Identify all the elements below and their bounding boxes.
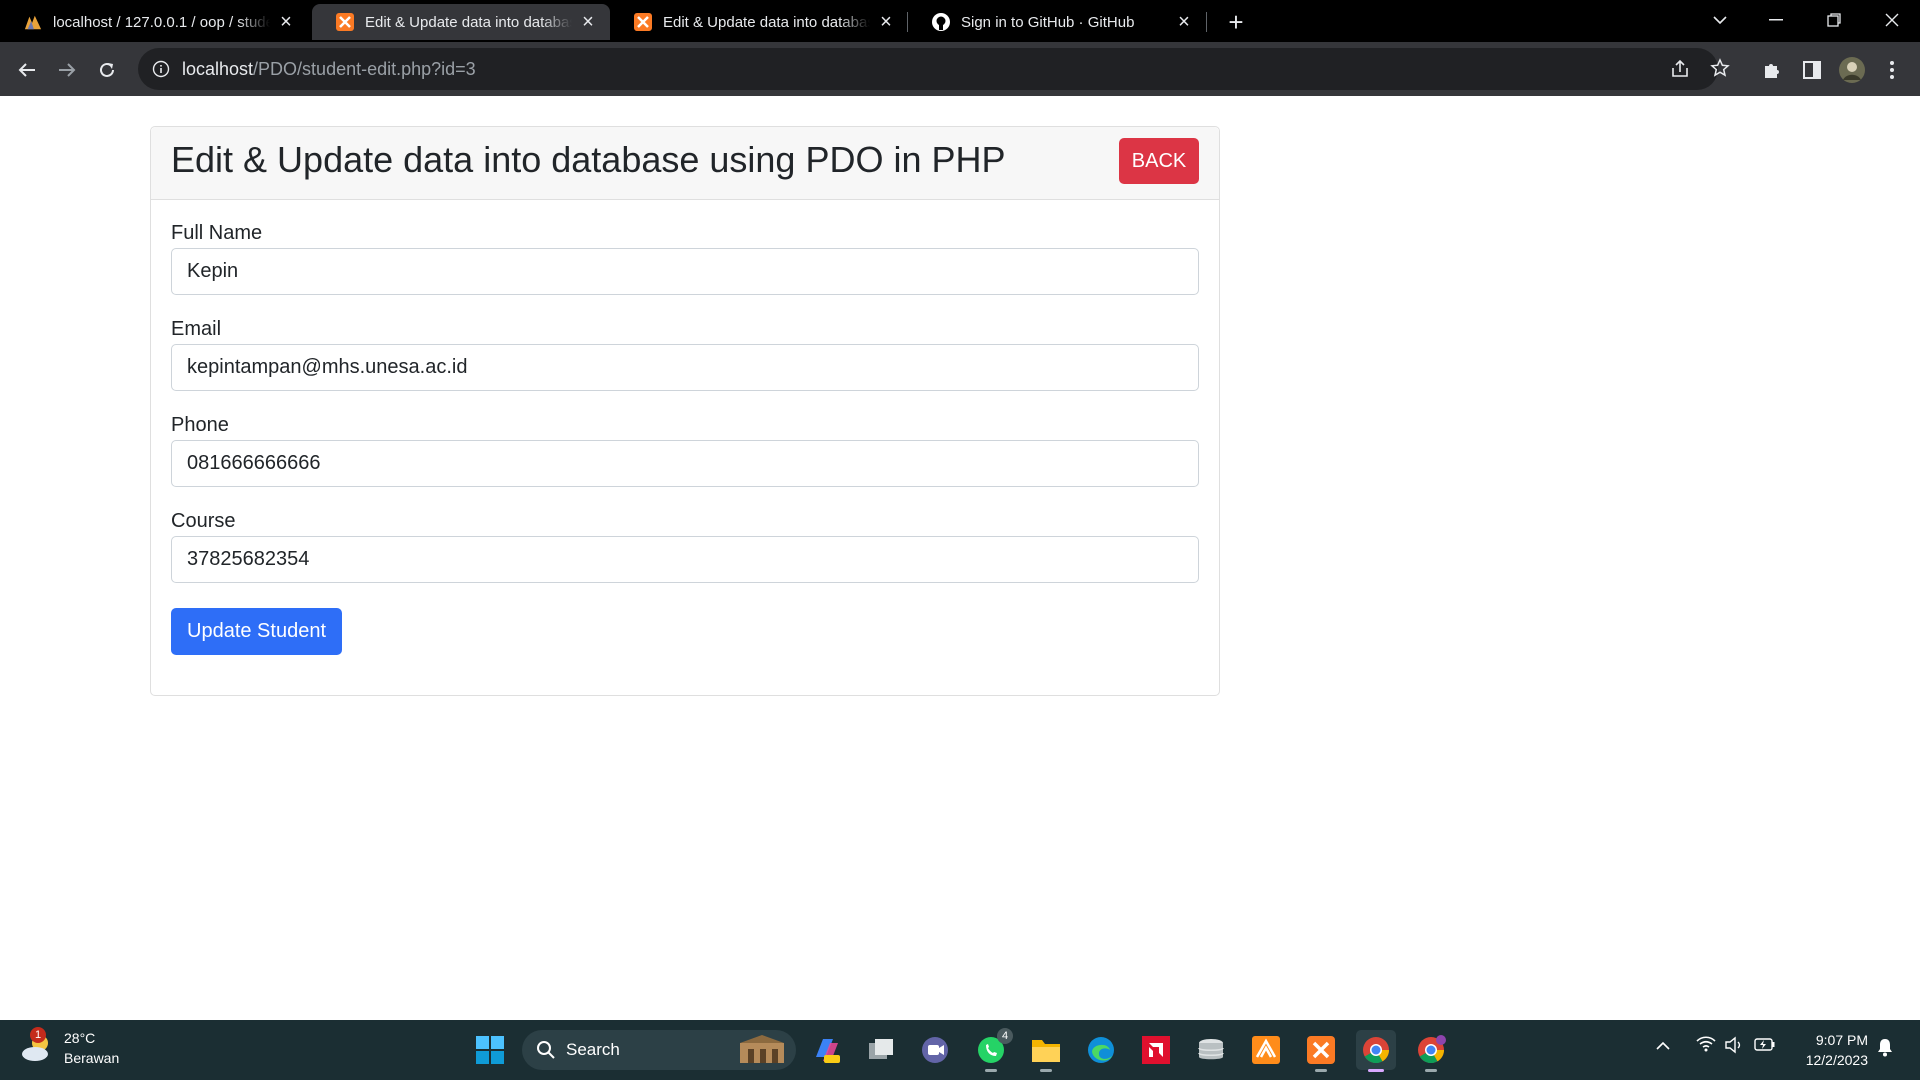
- email-label: Email: [171, 318, 222, 340]
- forward-arrow-icon[interactable]: [51, 54, 83, 86]
- chrome-profile-icon[interactable]: [1411, 1030, 1451, 1072]
- weather-desc: Berawan: [64, 1050, 120, 1066]
- close-icon[interactable]: ×: [876, 11, 896, 33]
- clock-time: 9:07 PM: [1815, 1032, 1868, 1048]
- course-group: Course: [171, 510, 1199, 583]
- close-window-icon[interactable]: [1864, 0, 1920, 40]
- tab-search-chevron-icon[interactable]: [1692, 0, 1748, 40]
- running-indicator: [1368, 1069, 1384, 1072]
- tab-phpmyadmin[interactable]: localhost / 127.0.0.1 / oop / students |…: [0, 4, 308, 40]
- windows-start-icon[interactable]: [470, 1030, 510, 1070]
- search-icon: [537, 1041, 555, 1059]
- tab-title: Edit & Update data into database using P…: [663, 13, 870, 31]
- extensions-puzzle-icon[interactable]: [1756, 54, 1788, 86]
- address-bar[interactable]: localhost/PDO/student-edit.php?id=3: [138, 48, 1730, 90]
- xampp-control-icon[interactable]: [1301, 1030, 1341, 1072]
- card-header: Edit & Update data into database using P…: [151, 127, 1219, 200]
- url-host: localhost: [182, 58, 254, 79]
- course-input[interactable]: [171, 536, 1199, 583]
- share-icon[interactable]: [1670, 59, 1690, 84]
- chrome-active-icon[interactable]: [1356, 1030, 1396, 1072]
- page-title: Edit & Update data into database using P…: [171, 139, 1006, 180]
- edge-icon[interactable]: [1081, 1030, 1121, 1070]
- weather-widget[interactable]: 1 28°C Berawan: [20, 1027, 120, 1068]
- tab-separator: [1206, 12, 1207, 32]
- url-path: /PDO/student-edit.php?id=3: [253, 58, 476, 79]
- wifi-icon[interactable]: [1696, 1036, 1716, 1057]
- new-tab-button[interactable]: +: [1222, 8, 1250, 36]
- clock-date: 12/2/2023: [1805, 1052, 1868, 1068]
- tab-edit-update[interactable]: Edit & Update data into database using P…: [610, 4, 908, 40]
- whatsapp-badge: 4: [997, 1028, 1013, 1044]
- task-view-icon[interactable]: [861, 1030, 901, 1070]
- email-group: Email: [171, 318, 1199, 391]
- fullname-group: Full Name: [171, 222, 1199, 295]
- course-label: Course: [171, 510, 236, 532]
- email-input[interactable]: [171, 344, 1199, 391]
- browser-toolbar: localhost/PDO/student-edit.php?id=3: [0, 42, 1920, 96]
- phone-label: Phone: [171, 414, 229, 436]
- partly-cloudy-icon: 1: [20, 1027, 54, 1065]
- tab-github[interactable]: Sign in to GitHub · GitHub ×: [908, 4, 1206, 40]
- search-highlight-image-icon: [740, 1035, 784, 1063]
- phone-group: Phone: [171, 414, 1199, 487]
- running-indicator: [985, 1069, 997, 1072]
- copilot-icon[interactable]: [806, 1030, 846, 1070]
- update-student-button[interactable]: Update Student: [171, 608, 342, 655]
- amd-software-icon[interactable]: [1136, 1030, 1176, 1070]
- notification-bell-icon[interactable]: [1876, 1037, 1894, 1062]
- tab-strip: localhost / 127.0.0.1 / oop / students |…: [0, 0, 1920, 42]
- file-explorer-icon[interactable]: [1026, 1030, 1066, 1072]
- weather-temp: 28°C: [64, 1030, 96, 1046]
- volume-icon[interactable]: [1724, 1036, 1744, 1059]
- close-icon[interactable]: ×: [276, 11, 296, 33]
- running-indicator: [1315, 1069, 1327, 1072]
- site-info-icon[interactable]: [152, 60, 170, 78]
- browser-menu-icon[interactable]: [1876, 54, 1908, 86]
- fullname-label: Full Name: [171, 222, 263, 244]
- minimize-icon[interactable]: [1748, 0, 1804, 40]
- teams-meet-icon[interactable]: [915, 1030, 955, 1070]
- taskbar-search[interactable]: Search: [522, 1030, 796, 1070]
- fullname-input[interactable]: [171, 248, 1199, 295]
- tab-title: localhost / 127.0.0.1 / oop / students |…: [53, 13, 270, 31]
- back-arrow-icon[interactable]: [11, 54, 43, 86]
- edit-student-card: Edit & Update data into database using P…: [150, 126, 1220, 696]
- phpmyadmin-icon: [24, 13, 42, 31]
- tab-title: Edit & Update data into database using P…: [365, 13, 572, 31]
- tab-title: Sign in to GitHub · GitHub: [961, 13, 1135, 31]
- reload-icon[interactable]: [91, 54, 123, 86]
- side-panel-icon[interactable]: [1796, 54, 1828, 86]
- weather-badge: 1: [30, 1027, 46, 1043]
- profile-avatar[interactable]: [1836, 54, 1868, 86]
- running-indicator: [1040, 1069, 1052, 1072]
- whatsapp-icon[interactable]: 4: [971, 1028, 1013, 1072]
- xampp-icon: [336, 13, 354, 31]
- tab-edit-update-active[interactable]: Edit & Update data into database using P…: [312, 4, 610, 40]
- windows-taskbar: 1 28°C Berawan Search 4 9:07 PM 12/2/202…: [0, 1020, 1920, 1080]
- card-body: Full Name Email Phone Course Update Stud…: [151, 200, 1219, 677]
- sublime-text-icon[interactable]: [1246, 1030, 1286, 1070]
- close-icon[interactable]: ×: [1174, 11, 1194, 33]
- back-button[interactable]: BACK: [1119, 138, 1199, 184]
- system-clock[interactable]: 9:07 PM 12/2/2023: [1806, 1030, 1868, 1070]
- github-icon: [932, 13, 950, 31]
- search-label: Search: [566, 1040, 620, 1059]
- show-hidden-icons-chevron-icon[interactable]: [1656, 1038, 1670, 1056]
- bookmark-star-icon[interactable]: [1710, 58, 1730, 83]
- xampp-icon: [634, 13, 652, 31]
- phone-input[interactable]: [171, 440, 1199, 487]
- running-indicator: [1425, 1069, 1437, 1072]
- battery-icon[interactable]: [1754, 1036, 1776, 1057]
- close-icon[interactable]: ×: [578, 11, 598, 33]
- restore-icon[interactable]: [1806, 0, 1862, 40]
- database-server-icon[interactable]: [1191, 1030, 1231, 1070]
